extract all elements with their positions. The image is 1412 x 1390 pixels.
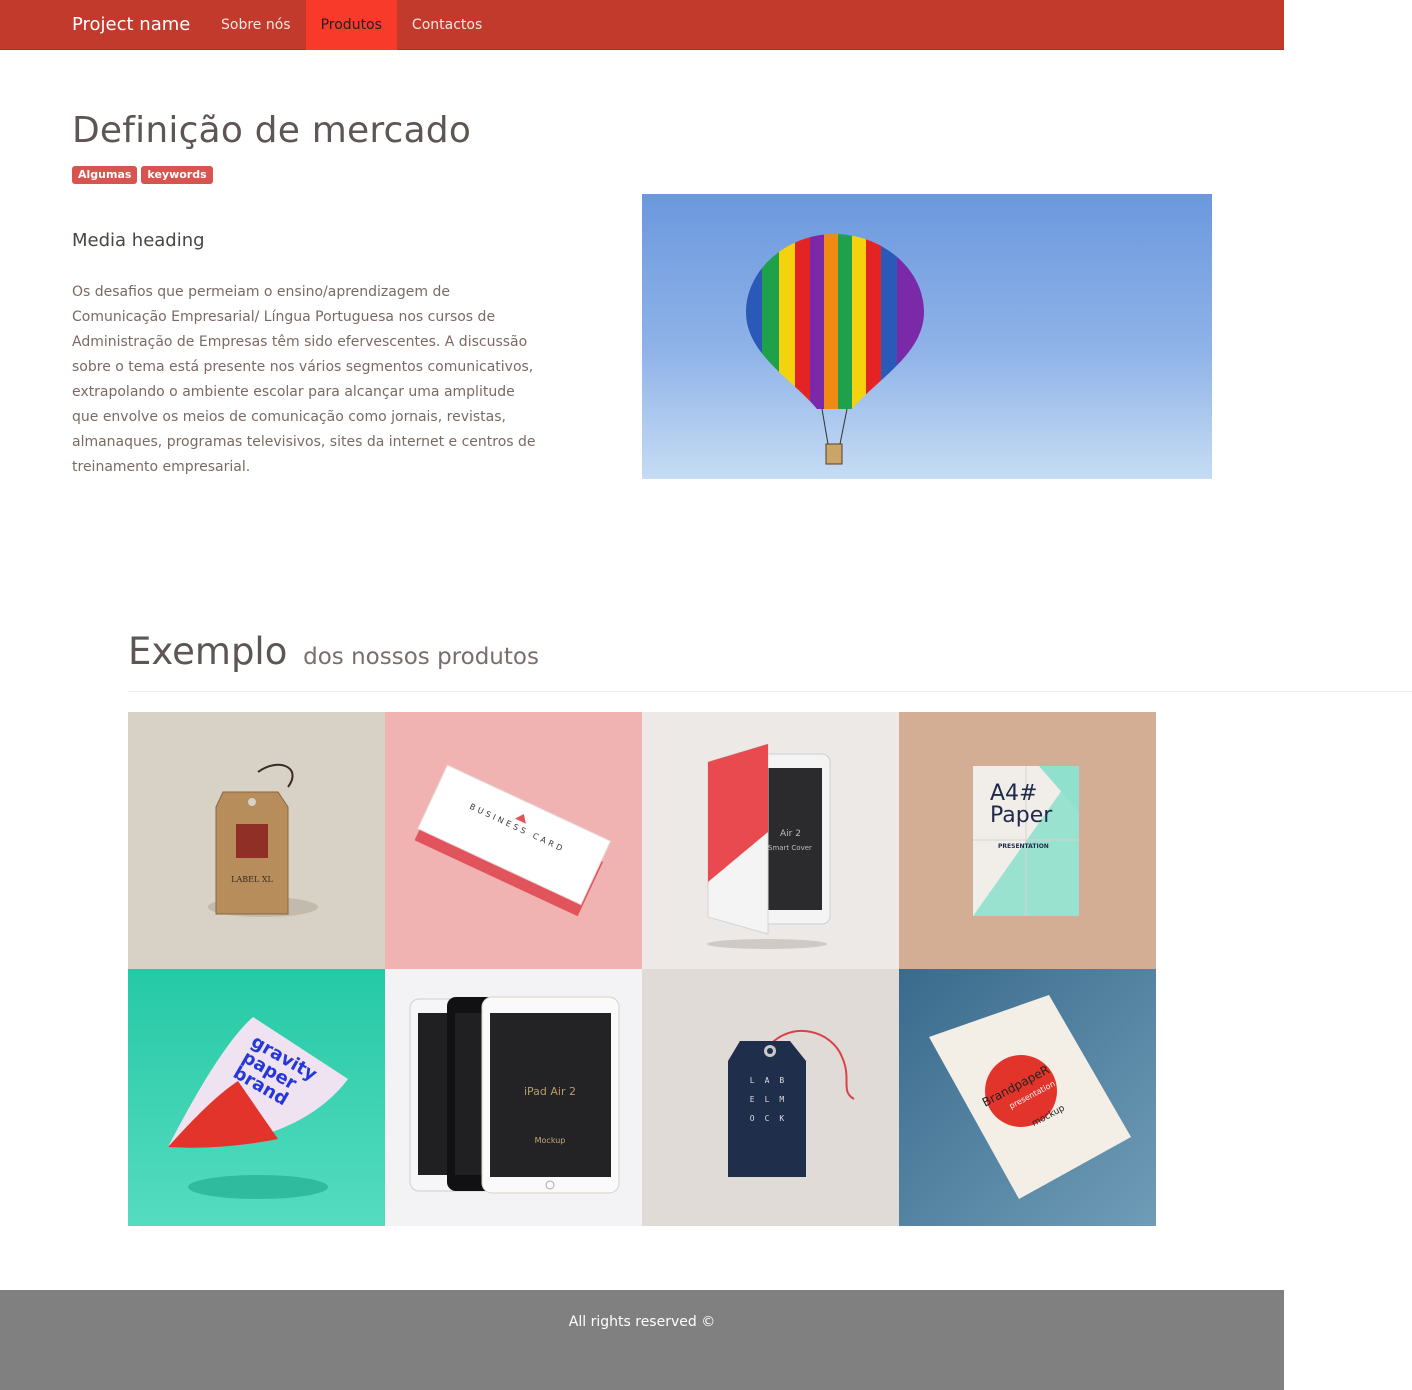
product-grid: LABEL XL BUSINESS CARD Air 2 Smart Cover	[128, 712, 1156, 1226]
ipad-title-text: iPad Air 2	[524, 1085, 576, 1098]
a4-paper-image: A4# Paper PRESENTATION	[899, 712, 1156, 969]
media-heading: Media heading	[72, 230, 205, 251]
navbar: Project name Sobre nós Produtos Contacto…	[0, 0, 1284, 50]
keyword-label: keywords	[141, 166, 213, 184]
product-tile-ipad-cover[interactable]: Air 2 Smart Cover	[642, 712, 899, 969]
product-tile-ipads[interactable]: iPad Air 2 Mockup	[385, 969, 642, 1226]
keyword-labels: Algumas keywords	[72, 166, 213, 184]
nav-link-contactos[interactable]: Contactos	[397, 0, 497, 50]
ipads-image: iPad Air 2 Mockup	[385, 969, 642, 1226]
keyword-label: Algumas	[72, 166, 138, 184]
ipad-cover-subtext: Smart Cover	[768, 844, 812, 852]
navy-tag-image: LAB ELM OCK	[642, 969, 899, 1226]
brand-link[interactable]: Project name	[72, 0, 190, 50]
navy-tag-row-1: LAB	[750, 1076, 794, 1085]
gravity-paper-image: gravity paper brand	[128, 969, 385, 1226]
business-card-image: BUSINESS CARD	[385, 712, 642, 969]
nav-item-produtos: Produtos	[305, 0, 397, 50]
nav-menu: Sobre nós Produtos Contactos	[206, 0, 497, 50]
a4-paper-title-2: Paper	[990, 803, 1053, 828]
section-divider	[128, 691, 1412, 692]
footer: All rights reserved ©	[0, 1290, 1284, 1390]
hang-tag-image: LABEL XL	[128, 712, 385, 969]
product-tile-gravity-paper[interactable]: gravity paper brand	[128, 969, 385, 1226]
nav-link-produtos[interactable]: Produtos	[305, 0, 397, 50]
product-tile-navy-tag[interactable]: LAB ELM OCK	[642, 969, 899, 1226]
balloon-illustration	[746, 234, 924, 465]
nav-item-sobre-nos: Sobre nós	[206, 0, 306, 50]
products-title-main: Exemplo	[128, 630, 288, 673]
ipad-cover-text: Air 2	[780, 829, 801, 839]
navy-tag-row-3: OCK	[750, 1114, 794, 1123]
product-tile-brand-paper[interactable]: BrandpapeR presentation mockup	[899, 969, 1156, 1226]
media-body-text: Os desafios que permeiam o ensino/aprend…	[72, 284, 536, 475]
a4-paper-subtitle: PRESENTATION	[998, 843, 1049, 850]
navy-tag-row-2: ELM	[750, 1095, 794, 1104]
hot-air-balloon-image	[642, 194, 1212, 479]
footer-text: All rights reserved ©	[568, 1314, 716, 1330]
brand-paper-image: BrandpapeR presentation mockup	[899, 969, 1156, 1226]
page-title: Definição de mercado	[72, 110, 472, 151]
nav-link-sobre-nos[interactable]: Sobre nós	[206, 0, 306, 50]
ipad-mockup-text: Mockup	[535, 1136, 566, 1145]
product-tile-business-card[interactable]: BUSINESS CARD	[385, 712, 642, 969]
nav-item-contactos: Contactos	[397, 0, 497, 50]
hang-tag-text: LABEL XL	[231, 875, 273, 884]
products-title: Exemplo dos nossos produtos	[128, 630, 539, 673]
product-tile-hang-tag[interactable]: LABEL XL	[128, 712, 385, 969]
ipad-cover-image: Air 2 Smart Cover	[642, 712, 899, 969]
products-subtitle: dos nossos produtos	[303, 644, 539, 670]
product-tile-a4-paper[interactable]: A4# Paper PRESENTATION	[899, 712, 1156, 969]
